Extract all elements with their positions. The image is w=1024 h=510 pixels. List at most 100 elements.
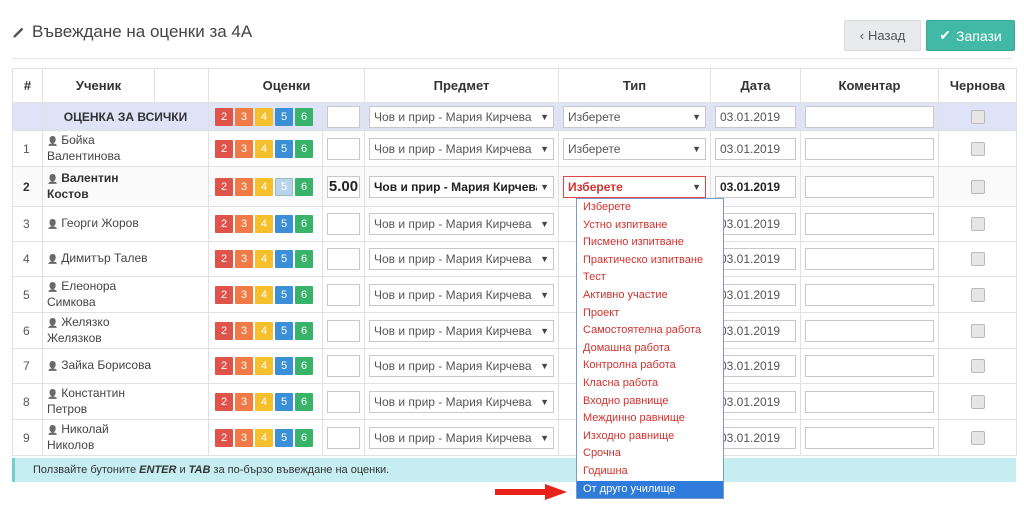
date-input[interactable]: 03.01.2019 (715, 248, 796, 270)
comment-input[interactable] (805, 426, 934, 449)
grade-button[interactable]: 3 (235, 139, 253, 158)
grade-button[interactable]: 2 (215, 250, 233, 268)
grade-button[interactable]: 3 (235, 321, 253, 340)
grade-button[interactable]: 2 (215, 215, 233, 233)
type-select[interactable]: Изберете ▼ (563, 137, 706, 160)
grade-button[interactable]: 5 (275, 250, 293, 268)
grade-button[interactable]: 6 (295, 285, 313, 304)
grade-button[interactable]: 4 (255, 357, 273, 375)
grade-button[interactable]: 6 (295, 357, 313, 375)
type-option[interactable]: Изберете (577, 199, 723, 217)
date-input[interactable]: 03.01.2019 (715, 175, 796, 198)
grade-button[interactable]: 2 (215, 321, 233, 340)
grade-button[interactable]: 6 (295, 321, 313, 340)
grade-button[interactable]: 2 (215, 285, 233, 304)
grade-button[interactable]: 3 (235, 428, 253, 447)
grade-value-input[interactable] (327, 105, 360, 128)
grade-button[interactable]: 4 (255, 107, 273, 126)
type-option[interactable]: Проект (577, 305, 723, 323)
grade-button[interactable]: 5 (275, 428, 293, 447)
grade-button[interactable]: 3 (235, 177, 253, 196)
type-select[interactable]: Изберете ▼ (563, 175, 706, 198)
date-input[interactable]: 03.01.2019 (715, 137, 796, 160)
draft-checkbox[interactable] (970, 394, 985, 409)
grade-button[interactable]: 6 (295, 428, 313, 447)
grade-button[interactable]: 6 (295, 177, 313, 196)
grade-button[interactable]: 5 (275, 139, 293, 158)
type-option[interactable]: Контролна работа (577, 357, 723, 375)
grade-value-input[interactable] (327, 390, 360, 413)
type-option[interactable]: Междинно равнище (577, 410, 723, 428)
back-button[interactable]: ‹ Назад (844, 20, 921, 51)
type-option[interactable]: Тест (577, 269, 723, 287)
grade-button[interactable]: 5 (275, 357, 293, 375)
type-option[interactable]: Класна работа (577, 375, 723, 393)
grade-button[interactable]: 2 (215, 392, 233, 411)
draft-checkbox[interactable] (970, 359, 985, 373)
subject-select[interactable]: Чов и прир - Мария Кирчева ▼ (369, 105, 554, 128)
grade-value-input[interactable] (327, 248, 360, 270)
grade-button[interactable]: 4 (255, 285, 273, 304)
comment-input[interactable] (805, 213, 934, 235)
grade-value-input[interactable] (327, 283, 360, 306)
comment-input[interactable] (805, 175, 934, 198)
draft-checkbox[interactable] (970, 287, 985, 302)
subject-select[interactable]: Чов и прир - Мария Кирчева ▼ (369, 319, 554, 342)
subject-select[interactable]: Чов и прир - Мария Кирчева ▼ (369, 283, 554, 306)
grade-button[interactable]: 6 (295, 392, 313, 411)
grade-button[interactable]: 4 (255, 392, 273, 411)
subject-select[interactable]: Чов и прир - Мария Кирчева ▼ (369, 137, 554, 160)
grade-button[interactable]: 3 (235, 357, 253, 375)
grade-value-input[interactable] (327, 319, 360, 342)
grade-button[interactable]: 6 (295, 215, 313, 233)
grade-button[interactable]: 2 (215, 139, 233, 158)
type-option[interactable]: Срочна (577, 445, 723, 463)
subject-select[interactable]: Чов и прир - Мария Кирчева ▼ (369, 248, 554, 270)
type-option[interactable]: Писмено изпитване (577, 234, 723, 252)
type-option[interactable]: Устно изпитване (577, 217, 723, 235)
draft-checkbox[interactable] (970, 109, 985, 124)
grade-button[interactable]: 5 (275, 321, 293, 340)
grade-button[interactable]: 2 (215, 428, 233, 447)
draft-checkbox[interactable] (970, 179, 985, 194)
draft-checkbox[interactable] (970, 430, 985, 445)
draft-checkbox[interactable] (970, 217, 985, 231)
comment-input[interactable] (805, 283, 934, 306)
draft-checkbox[interactable] (970, 141, 985, 156)
grade-button[interactable]: 4 (255, 139, 273, 158)
comment-input[interactable] (805, 319, 934, 342)
date-input[interactable]: 03.01.2019 (715, 319, 796, 342)
grade-button[interactable]: 5 (275, 177, 293, 196)
grade-button[interactable]: 4 (255, 250, 273, 268)
date-input[interactable]: 03.01.2019 (715, 355, 796, 377)
grade-value-input[interactable] (327, 137, 360, 160)
grade-button[interactable]: 6 (295, 139, 313, 158)
subject-select[interactable]: Чов и прир - Мария Кирчева ▼ (369, 355, 554, 377)
grade-button[interactable]: 2 (215, 107, 233, 126)
date-input[interactable]: 03.01.2019 (715, 426, 796, 449)
comment-input[interactable] (805, 390, 934, 413)
subject-select[interactable]: Чов и прир - Мария Кирчева ▼ (369, 426, 554, 449)
date-input[interactable]: 03.01.2019 (715, 390, 796, 413)
grade-value-input[interactable] (327, 355, 360, 377)
date-input[interactable]: 03.01.2019 (715, 213, 796, 235)
grade-value-input[interactable] (327, 213, 360, 235)
grade-button[interactable]: 6 (295, 250, 313, 268)
type-option[interactable]: Домашна работа (577, 340, 723, 358)
date-input[interactable]: 03.01.2019 (715, 105, 796, 128)
grade-button[interactable]: 3 (235, 392, 253, 411)
grade-value-input[interactable]: 5.00 (327, 175, 360, 198)
type-option[interactable]: Изходно равнище (577, 428, 723, 446)
grade-button[interactable]: 6 (295, 107, 313, 126)
comment-input[interactable] (805, 248, 934, 270)
grade-button[interactable]: 4 (255, 177, 273, 196)
type-dropdown-list[interactable]: Изберете Устно изпитване Писмено изпитване… (576, 198, 724, 499)
type-option[interactable]: Годишна (577, 463, 723, 481)
subject-select[interactable]: Чов и прир - Мария Кирчева ▼ (369, 213, 554, 235)
subject-select[interactable]: Чов и прир - Мария Кирчева ▼ (369, 175, 554, 198)
comment-input[interactable] (805, 355, 934, 377)
grade-button[interactable]: 3 (235, 215, 253, 233)
grade-button[interactable]: 2 (215, 357, 233, 375)
grade-button[interactable]: 5 (275, 107, 293, 126)
save-button[interactable]: ✔ Запази (926, 20, 1015, 51)
